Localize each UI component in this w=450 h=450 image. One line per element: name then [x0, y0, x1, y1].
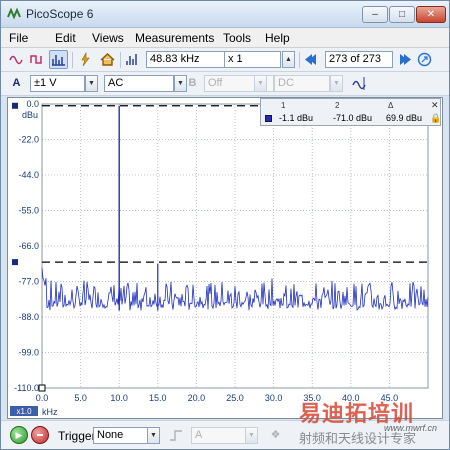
range-dropdown-icon[interactable]: ▼ — [85, 75, 98, 92]
menu-bar: File Edit Views Measurements Tools Help — [1, 28, 449, 48]
trigger-mode-field[interactable]: None — [93, 427, 153, 444]
ruler-1-header: 1 — [281, 101, 286, 110]
trigger-channel-field[interactable]: A — [191, 427, 246, 444]
menu-edit[interactable]: Edit — [55, 31, 76, 45]
ruler-2-header: 2 — [335, 101, 340, 110]
menu-measurements[interactable]: Measurements — [135, 31, 214, 45]
channel-toolbar: A ±1 V ▼ AC ▼ B Off ▼ DC ▼ — [1, 72, 449, 96]
spectrum-view[interactable]: 0.0 -22.0 -44.0 -55.0 -66.0 -77.0 -88.0 -99.0 -1… — [7, 97, 443, 419]
zoom-stepper-icon[interactable]: ▲ — [282, 51, 295, 68]
channel-b-button[interactable]: B — [183, 74, 202, 93]
channel-a-coupling-field[interactable]: AC — [104, 75, 174, 92]
y-tick-label: -99.0 — [18, 348, 39, 358]
scope-mode-icon[interactable] — [7, 50, 26, 69]
channel-a-label: A — [12, 77, 21, 89]
x-tick-label: 0.0 — [36, 393, 49, 403]
panel-close-icon[interactable]: ✕ — [431, 100, 439, 111]
menu-help[interactable]: Help — [265, 31, 290, 45]
lock-icon[interactable]: 🔒 — [430, 113, 441, 124]
x-tick-label: 30.0 — [265, 393, 283, 403]
x-tick-label: 5.0 — [74, 393, 87, 403]
ruler-delta-header: Δ — [388, 101, 394, 110]
minimize-button[interactable]: – — [362, 6, 388, 23]
y-tick-label: -77.0 — [18, 277, 39, 287]
ruler-legend-panel[interactable]: 1 2 Δ ✕ -1.1 dBu -71.0 dBu 69.9 dBu 🔒 — [260, 98, 441, 126]
channel-b-coupling-dropdown-icon[interactable]: ▼ — [330, 75, 343, 92]
watermark-subtitle: 射频和天线设计专家 — [299, 432, 417, 447]
buffer-forward-icon[interactable] — [394, 50, 413, 69]
navigate-icon[interactable] — [415, 50, 434, 69]
menu-file[interactable]: File — [9, 31, 28, 45]
channel-b-coupling-field[interactable]: DC — [274, 75, 330, 92]
maximize-button[interactable]: □ — [389, 6, 415, 23]
ruler-delta-value: 69.9 dBu — [386, 113, 423, 123]
origin-marker — [38, 384, 46, 392]
ruler-1-handle — [12, 102, 18, 109]
y-tick-label: -66.0 — [18, 241, 39, 251]
x-tick-label: 10.0 — [110, 393, 128, 403]
spectrum-chart: 0.0 -22.0 -44.0 -55.0 -66.0 -77.0 -88.0 -99.0 -1… — [10, 99, 429, 417]
app-window: PicoScope 6 – □ ✕ File Edit Views Measur… — [0, 0, 450, 450]
channel-a-range-field[interactable]: ±1 V — [30, 75, 85, 92]
noise-floor-trace — [41, 268, 429, 311]
y-tick-label: 0.0 — [26, 99, 39, 109]
zoom-field[interactable]: x 1 — [224, 51, 281, 68]
trigger-mode-dropdown-icon[interactable]: ▼ — [147, 427, 160, 444]
x-scale-badge: x1.0 — [16, 407, 32, 416]
spectrum-mode-icon[interactable] — [49, 50, 68, 69]
window-title: PicoScope 6 — [26, 7, 94, 21]
x-tick-label: 20.0 — [188, 393, 206, 403]
measurement-icon[interactable] — [76, 50, 95, 69]
spectrum-settings-icon[interactable] — [123, 50, 142, 69]
y-tick-label: -22.0 — [18, 135, 39, 145]
y-tick-label: -88.0 — [18, 312, 39, 322]
trigger-advanced-icon[interactable]: ❖ — [266, 426, 285, 445]
ruler-2-handle — [12, 259, 18, 266]
home-icon[interactable] — [98, 50, 117, 69]
ruler-2-value: -71.0 dBu — [333, 113, 373, 123]
capture-toolbar: 48.83 kHz ▲▼ x 1 ▲ 273 of 273 — [1, 48, 449, 72]
picoscope-logo-icon — [7, 7, 21, 20]
close-button[interactable]: ✕ — [416, 6, 446, 23]
start-button[interactable]: ▶ — [10, 426, 28, 444]
x-tick-label: 25.0 — [226, 393, 244, 403]
channel-a-button[interactable]: A — [7, 74, 26, 93]
menu-views[interactable]: Views — [92, 31, 124, 45]
y-unit-label: dBu — [22, 110, 38, 120]
buffer-position-field[interactable]: 273 of 273 — [325, 51, 393, 68]
x-tick-label: 15.0 — [149, 393, 167, 403]
menu-tools[interactable]: Tools — [223, 31, 251, 45]
stop-button[interactable] — [31, 426, 49, 444]
rulers-icon[interactable] — [351, 74, 370, 93]
channel-a-swatch — [265, 115, 272, 122]
buffer-back-icon[interactable] — [303, 50, 322, 69]
persistence-mode-icon[interactable] — [28, 50, 47, 69]
y-tick-label: -44.0 — [18, 170, 39, 180]
x-unit-label: kHz — [42, 407, 58, 417]
trigger-edge-icon[interactable] — [167, 426, 186, 445]
channel-b-range-dropdown-icon[interactable]: ▼ — [254, 75, 267, 92]
trigger-channel-dropdown-icon[interactable]: ▼ — [245, 427, 258, 444]
sample-rate-field[interactable]: 48.83 kHz — [146, 51, 226, 68]
y-tick-label: -110.0 — [14, 383, 39, 393]
channel-b-label: B — [188, 77, 197, 89]
watermark: 易迪拓培训 www.mwrf.cn 射频和天线设计专家 — [299, 396, 449, 448]
title-bar: PicoScope 6 – □ ✕ — [1, 1, 449, 28]
y-tick-label: -55.0 — [18, 206, 39, 216]
ruler-1-value: -1.1 dBu — [279, 113, 314, 123]
trigger-label: Trigger — [58, 429, 96, 443]
